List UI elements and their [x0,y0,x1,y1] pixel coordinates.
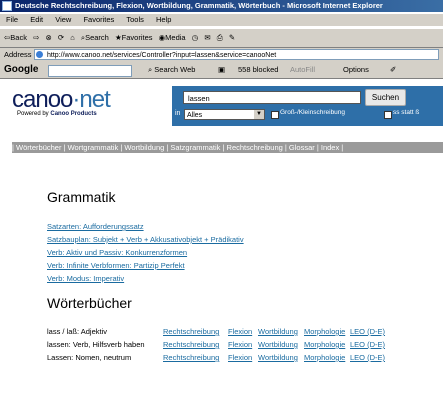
address-input[interactable]: http://www.canoo.net/services/Controller… [34,49,439,60]
autofill-button[interactable]: AutoFill [290,62,315,78]
canoo-logo[interactable]: canoo·net [12,88,111,112]
flexion-link[interactable]: Flexion [228,353,252,362]
morphologie-link[interactable]: Morphologie [304,340,345,349]
grammatik-link[interactable]: Satzarten: Aufforderungssatz [47,222,144,231]
window-title-bar[interactable]: Deutsche Rechtschreibung, Flexion, Wortb… [0,0,443,12]
media-button[interactable]: ◉Media [159,29,186,47]
in-label: in [175,110,181,117]
woerterbuecher-heading: Wörterbücher [47,295,132,311]
grammatik-link[interactable]: Satzbauplan: Subjekt + Verb + Akkusativo… [47,235,244,244]
internet-explorer-icon [2,1,12,11]
wortbildung-link[interactable]: Wortbildung [258,353,298,362]
back-button[interactable]: ⇦Back [4,29,27,47]
morphologie-link[interactable]: Morphologie [304,327,345,336]
refresh-button[interactable]: ⟳ [58,29,64,47]
grammatik-link[interactable]: Verb: Aktiv und Passiv: Konkurrenzformen [47,248,187,257]
dictionary-term: lass / laß: Adjektiv [47,327,108,336]
dictionary-term: Lassen: Nomen, neutrum [47,353,132,362]
morphologie-link[interactable]: Morphologie [304,353,345,362]
grammatik-link[interactable]: Verb: Infinite Verbformen: Partizip Perf… [47,261,185,270]
edit-button[interactable]: ✎ [229,29,235,47]
google-toolbar: Google ⌕ Search Web ▣ 558 blocked AutoFi… [0,62,443,79]
browser-toolbar: ⇦Back ⇨ ⊗ ⟳ ⌂ ⌕Search ★Favorites ◉Media … [0,28,443,48]
mail-button[interactable]: ✉ [204,29,210,47]
address-label: Address [4,50,32,59]
site-search-input[interactable]: lassen [183,91,361,104]
options-button[interactable]: Options [343,62,369,78]
menu-file[interactable]: File [6,15,18,24]
home-button[interactable]: ⌂ [70,29,75,47]
rechtschreibung-link[interactable]: Rechtschreibung [163,340,219,349]
page-icon [36,51,43,58]
flexion-link[interactable]: Flexion [228,340,252,349]
page-info-button[interactable]: ▣ [218,62,225,78]
history-button[interactable]: ◷ [192,29,199,47]
rechtschreibung-link[interactable]: Rechtschreibung [163,353,219,362]
menu-help[interactable]: Help [156,15,171,24]
grammatik-link[interactable]: Verb: Modus: Imperativ [47,274,124,283]
wortbildung-link[interactable]: Wortbildung [258,340,298,349]
menu-view[interactable]: View [55,15,71,24]
search-button[interactable]: ⌕Search [81,29,109,47]
leo-link[interactable]: LEO (D-E) [350,353,385,362]
highlighter-icon[interactable]: ✐ [390,62,396,78]
dictionary-term: lassen: Verb, Hilfsverb haben [47,340,145,349]
menu-tools[interactable]: Tools [126,15,144,24]
stop-button[interactable]: ⊗ [45,29,51,47]
google-search-input[interactable] [48,65,132,77]
menu-bar: File Edit View Favorites Tools Help [0,14,443,26]
ss-checkbox[interactable] [384,111,392,119]
window-title: Deutsche Rechtschreibung, Flexion, Wortb… [15,1,383,10]
powered-by: Powered by Canoo Products [17,111,97,117]
print-button[interactable]: ⎙ [217,29,223,47]
leo-link[interactable]: LEO (D-E) [350,340,385,349]
leo-link[interactable]: LEO (D-E) [350,327,385,336]
flexion-link[interactable]: Flexion [228,327,252,336]
site-search-box: lassen Suchen in Alles ▼ Groß-/Kleinschre… [172,86,443,126]
menu-favorites[interactable]: Favorites [83,15,114,24]
suchen-button[interactable]: Suchen [365,89,406,106]
page-content: canoo·net Powered by Canoo Products lass… [0,79,443,400]
scope-select[interactable]: Alles ▼ [184,109,265,120]
forward-button[interactable]: ⇨ [33,29,39,47]
google-logo[interactable]: Google [4,62,38,78]
search-web-button[interactable]: ⌕ Search Web [148,62,195,78]
binoculars-icon: ⌕ [148,65,153,74]
address-bar: Address http://www.canoo.net/services/Co… [0,48,443,62]
case-checkbox[interactable] [271,111,279,119]
favorites-button[interactable]: ★Favorites [115,29,153,47]
case-checkbox-label: Groß-/Kleinschreibung [280,109,346,116]
site-navigation[interactable]: | Wörterbücher | Wortgrammatik | Wortbil… [12,142,443,153]
canoo-products-link[interactable]: Canoo Products [50,111,96,117]
ss-checkbox-label: ss statt ß [393,109,420,116]
star-icon: ★ [114,33,122,42]
wortbildung-link[interactable]: Wortbildung [258,327,298,336]
rechtschreibung-link[interactable]: Rechtschreibung [163,327,219,336]
grammatik-heading: Grammatik [47,189,116,205]
chevron-down-icon: ▼ [254,110,264,119]
menu-edit[interactable]: Edit [30,15,43,24]
popup-blocker-button[interactable]: 558 blocked [238,62,278,78]
